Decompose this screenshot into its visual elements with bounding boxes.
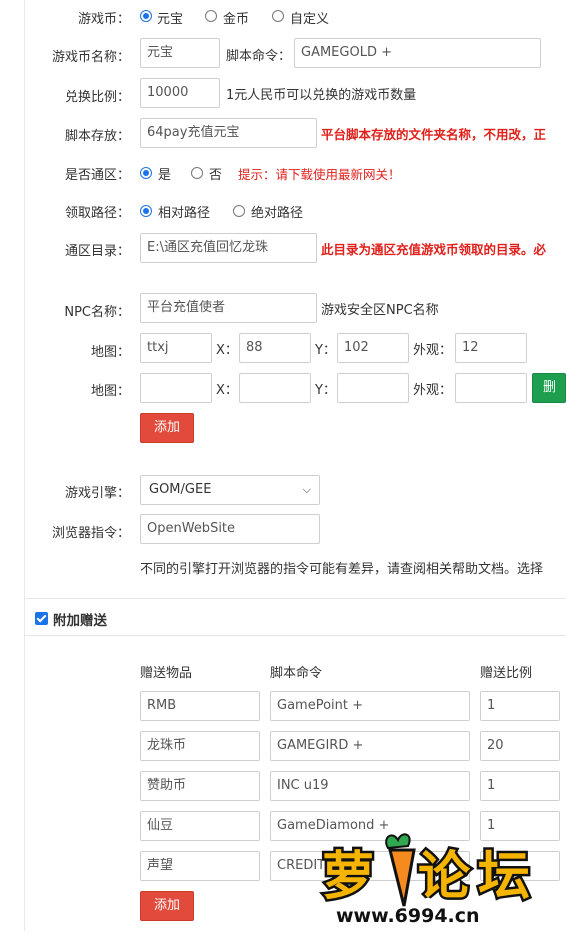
look-label: 外观： bbox=[413, 383, 453, 398]
bonus-item-input[interactable]: RMB bbox=[140, 691, 260, 721]
map-label: 地图： bbox=[90, 384, 130, 399]
watermark-logo: 萝 论 坛 www.6994.cn bbox=[318, 828, 566, 931]
bonus-cmd-input[interactable]: GamePoint + bbox=[270, 691, 470, 721]
currency-radio-custom[interactable] bbox=[272, 10, 284, 22]
left-border bbox=[24, 0, 25, 931]
bonus-cmd-input[interactable]: GAMEGIRD + bbox=[270, 731, 470, 761]
divider bbox=[24, 635, 566, 636]
y-input[interactable] bbox=[337, 373, 409, 403]
bonus-ratio-input[interactable]: 20 bbox=[480, 731, 560, 761]
common-zone-radio-yes[interactable] bbox=[140, 167, 152, 179]
npc-label: NPC名称： bbox=[64, 305, 130, 320]
npc-hint: 游戏安全区NPC名称 bbox=[321, 303, 439, 318]
delete-row-button[interactable]: 删除 bbox=[532, 373, 566, 403]
chevron-down-icon: ⌵ bbox=[302, 483, 311, 496]
add-map-button[interactable]: 添加 bbox=[140, 413, 194, 443]
y-label: Y： bbox=[315, 383, 336, 398]
common-zone-option-label: 是 bbox=[158, 168, 172, 183]
common-zone-option-label: 否 bbox=[209, 168, 223, 183]
script-cmd-input[interactable]: GAMEGOLD + bbox=[294, 38, 541, 68]
npc-input[interactable]: 平台充值使者 bbox=[140, 293, 317, 323]
browser-cmd-label: 浏览器指令： bbox=[51, 526, 130, 541]
look-label: 外观： bbox=[413, 343, 453, 358]
add-bonus-button[interactable]: 添加 bbox=[140, 891, 194, 921]
script-cmd-label: 脚本命令： bbox=[226, 49, 292, 64]
y-label: Y： bbox=[315, 343, 336, 358]
divider bbox=[24, 598, 566, 599]
bonus-item-input[interactable]: 赞助币 bbox=[140, 771, 260, 801]
currency-name-label: 游戏币名称： bbox=[51, 50, 130, 65]
common-zone-radio-no[interactable] bbox=[191, 167, 203, 179]
watermark-char: 萝 bbox=[322, 847, 374, 907]
look-input[interactable]: 12 bbox=[455, 333, 527, 363]
zone-dir-label: 通区目录： bbox=[64, 244, 130, 259]
bonus-ratio-input[interactable]: 1 bbox=[480, 771, 560, 801]
map-input[interactable]: ttxj bbox=[140, 333, 212, 363]
path-radio-absolute[interactable] bbox=[233, 205, 245, 217]
common-zone-label: 是否通区： bbox=[64, 168, 130, 183]
ratio-label: 兑换比例： bbox=[64, 90, 130, 105]
x-input[interactable] bbox=[239, 373, 311, 403]
currency-radio-yuanbao[interactable] bbox=[140, 10, 152, 22]
bonus-item-input[interactable]: 龙珠币 bbox=[140, 731, 260, 761]
x-input[interactable]: 88 bbox=[239, 333, 311, 363]
watermark-char: 坛 bbox=[478, 847, 530, 907]
currency-radio-gold[interactable] bbox=[205, 10, 217, 22]
browser-cmd-input[interactable]: OpenWebSite bbox=[140, 514, 320, 544]
zone-dir-input[interactable]: E:\通区充值回忆龙珠 bbox=[140, 233, 317, 263]
bonus-checkbox[interactable] bbox=[35, 612, 48, 625]
bonus-header-ratio: 赠送比例 bbox=[480, 666, 533, 681]
script-store-note: 平台脚本存放的文件夹名称，不用改，正 bbox=[321, 127, 547, 142]
script-store-label: 脚本存放： bbox=[64, 129, 130, 144]
currency-label: 游戏币： bbox=[77, 12, 130, 27]
bonus-item-input[interactable]: 仙豆 bbox=[140, 811, 260, 841]
currency-option-label: 自定义 bbox=[290, 12, 330, 27]
map-input[interactable] bbox=[140, 373, 212, 403]
engine-select[interactable]: GOM/GEE ⌵ bbox=[140, 475, 320, 505]
currency-option-label: 金币 bbox=[223, 12, 250, 27]
engine-note: 不同的引擎打开浏览器的指令可能有差异，请查阅相关帮助文档。选择 bbox=[140, 562, 544, 577]
bonus-title: 附加赠送 bbox=[53, 613, 107, 629]
watermark-logo-graphic: 萝 论 坛 www.6994.cn bbox=[320, 833, 533, 927]
x-label: X： bbox=[216, 343, 238, 358]
script-store-input[interactable]: 64pay充值元宝 bbox=[140, 118, 317, 148]
currency-option-label: 元宝 bbox=[157, 12, 184, 27]
zone-dir-note: 此目录为通区充值游戏币领取的目录。必 bbox=[321, 242, 547, 257]
ratio-hint: 1元人民币可以兑换的游戏币数量 bbox=[226, 88, 417, 103]
x-label: X： bbox=[216, 383, 238, 398]
path-radio-relative[interactable] bbox=[140, 205, 152, 217]
bonus-header-cmd: 脚本命令 bbox=[270, 666, 323, 681]
bonus-cmd-input[interactable]: INC u19 bbox=[270, 771, 470, 801]
look-input[interactable] bbox=[455, 373, 527, 403]
engine-label: 游戏引擎： bbox=[64, 486, 130, 501]
map-label: 地图： bbox=[90, 345, 130, 360]
path-option-label: 绝对路径 bbox=[251, 206, 304, 221]
watermark-char: 论 bbox=[418, 847, 471, 907]
currency-name-input[interactable]: 元宝 bbox=[140, 38, 220, 68]
watermark-url: www.6994.cn bbox=[336, 905, 480, 927]
path-option-label: 相对路径 bbox=[158, 206, 211, 221]
engine-select-value: GOM/GEE bbox=[149, 482, 212, 497]
gateway-tip: 提示：请下载使用最新网关！ bbox=[238, 167, 401, 182]
ratio-input[interactable]: 10000 bbox=[140, 78, 220, 108]
bonus-item-input[interactable]: 声望 bbox=[140, 851, 260, 881]
bonus-ratio-input[interactable]: 1 bbox=[480, 691, 560, 721]
path-mode-label: 领取路径： bbox=[64, 206, 130, 221]
bonus-header-item: 赠送物品 bbox=[140, 666, 193, 681]
y-input[interactable]: 102 bbox=[337, 333, 409, 363]
